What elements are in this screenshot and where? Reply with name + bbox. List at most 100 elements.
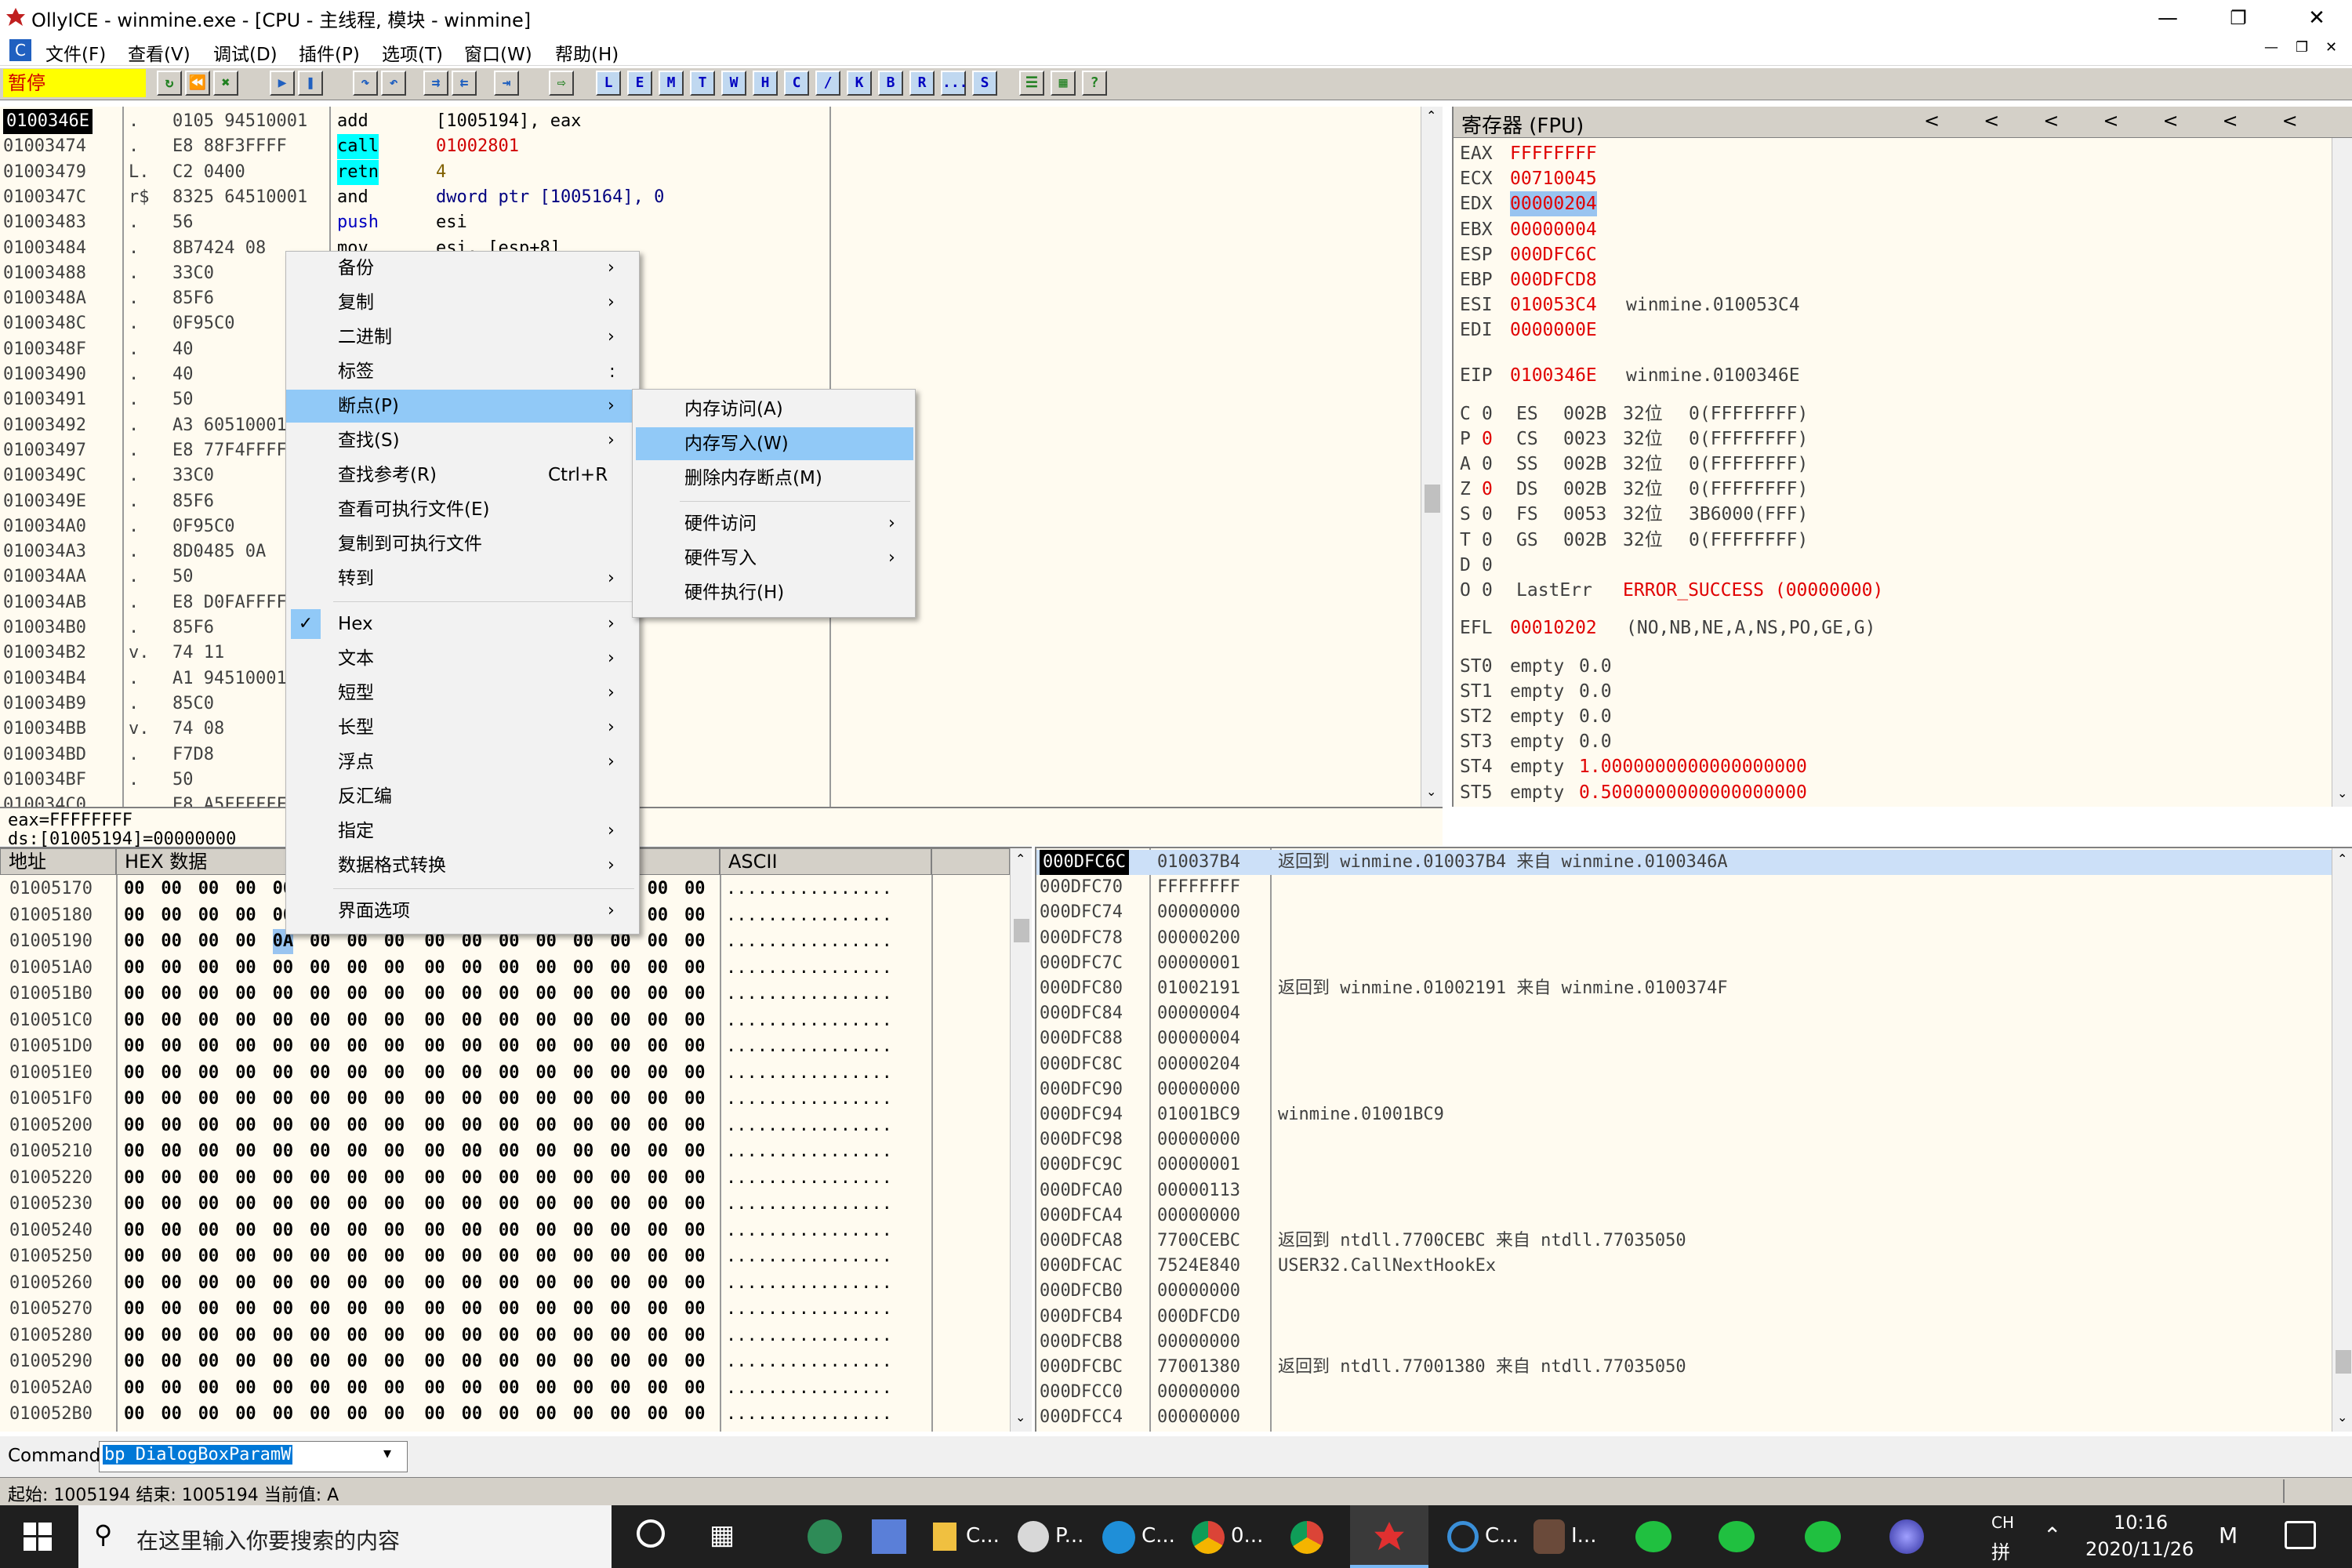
dump-ascii[interactable]: ................	[726, 1323, 892, 1348]
context-menu-item[interactable]: 反汇编	[286, 780, 639, 813]
dump-byte[interactable]: 00	[198, 1244, 220, 1269]
dump-byte[interactable]: 00	[124, 1323, 145, 1348]
register-row[interactable]: EAX FFFFFFFF	[1454, 141, 2316, 166]
dump-byte[interactable]: 00	[124, 1139, 145, 1164]
dump-byte[interactable]: 00	[235, 1244, 256, 1269]
dump-byte[interactable]: 00	[499, 1428, 520, 1432]
dump-byte[interactable]: 00	[424, 1061, 445, 1086]
taskbar-app-chrome-icon[interactable]	[1290, 1521, 1323, 1554]
scroll-down-icon[interactable]: ⌄	[2337, 1410, 2347, 1425]
disasm-row[interactable]: 010034C0. E8 A5FFFFFF	[0, 793, 1421, 807]
dump-byte[interactable]: 00	[161, 982, 182, 1007]
fpu-value[interactable]: 1.0000000000000000000	[1579, 754, 1807, 779]
dump-row[interactable]: 01005260 00 00 00 00 00 00 00 00 00 00 00 00 00 00 00 00…	[0, 1271, 1010, 1296]
fpu-row[interactable]: ST1 empty 0.0	[1454, 679, 2316, 704]
goto-icon[interactable]: ⇨	[549, 71, 574, 96]
dump-byte[interactable]: 00	[347, 956, 368, 981]
dump-byte[interactable]: 00	[384, 1008, 405, 1033]
stack-row[interactable]: 000DFC94 01001BC9 winmine.01001BC9	[1036, 1102, 2332, 1127]
dump-byte[interactable]: 00	[347, 1323, 368, 1348]
dump-byte[interactable]: 00	[648, 903, 669, 928]
dump-byte[interactable]: 00	[235, 903, 256, 928]
dump-byte[interactable]: 00	[462, 1376, 483, 1401]
stack-row[interactable]: 000DFCB8 00000000	[1036, 1330, 2332, 1355]
dump-byte[interactable]: 00	[684, 1113, 706, 1138]
dump-byte[interactable]: 00	[384, 1061, 405, 1086]
context-menu-item[interactable]: 查找(S) ›	[286, 424, 639, 457]
dump-byte[interactable]: 00	[161, 1008, 182, 1033]
grid-icon[interactable]: ▦	[1051, 71, 1076, 96]
disasm-row[interactable]: 0100348A. 85F6	[0, 286, 1421, 311]
ime-mode-icon[interactable]: M	[2219, 1523, 2238, 1548]
dump-byte[interactable]: 00	[499, 1087, 520, 1112]
dump-byte[interactable]: 00	[424, 1297, 445, 1322]
dump-byte[interactable]: 00	[384, 1376, 405, 1401]
dump-byte[interactable]: 00	[684, 1402, 706, 1427]
dump-byte[interactable]: 00	[310, 982, 331, 1007]
dump-byte[interactable]: 00	[235, 1113, 256, 1138]
disasm-row[interactable]: 010034B9. 85C0	[0, 691, 1421, 717]
notification-icon[interactable]	[2285, 1521, 2316, 1549]
dump-byte[interactable]: 00	[573, 1061, 594, 1086]
dump-byte[interactable]: 00	[462, 1113, 483, 1138]
dump-byte[interactable]: 00	[648, 1349, 669, 1374]
dump-byte[interactable]: 00	[161, 1349, 182, 1374]
dump-byte[interactable]: 00	[124, 1008, 145, 1033]
dump-byte[interactable]: 00	[462, 1139, 483, 1164]
dump-byte[interactable]: 00	[684, 1323, 706, 1348]
open-icon[interactable]: ↻	[157, 71, 182, 96]
scroll-up-icon[interactable]: ⌃	[1015, 851, 1025, 866]
dump-byte[interactable]: 00	[610, 1061, 631, 1086]
dump-byte[interactable]: 00	[198, 1061, 220, 1086]
disasm-row[interactable]: 010034B2 v. 74 11	[0, 641, 1421, 666]
taskbar-app-ollyice-active[interactable]	[1350, 1505, 1428, 1568]
dump-byte[interactable]: 00	[161, 929, 182, 954]
stack-row[interactable]: 000DFCB4 000DFCD0	[1036, 1305, 2332, 1330]
close-program-icon[interactable]: ✖	[213, 71, 238, 96]
dump-byte[interactable]: 00	[124, 1192, 145, 1217]
fpu-value[interactable]: 0.0	[1579, 729, 1612, 754]
dump-byte[interactable]: 00	[573, 1376, 594, 1401]
dump-byte[interactable]: 00	[610, 1218, 631, 1243]
dump-byte[interactable]: 00	[161, 1297, 182, 1322]
dump-byte[interactable]: 00	[499, 1297, 520, 1322]
taskbar-app-label[interactable]: C...	[1485, 1524, 1519, 1548]
dump-row[interactable]: 010052C0 00 00 00 00 00 00 00 00 00 00 00 00 00 00 00 00…	[0, 1428, 1010, 1432]
register-value[interactable]: 00000004	[1510, 217, 1597, 242]
dump-byte[interactable]: 00	[573, 1139, 594, 1164]
mdi-icon[interactable]: C	[9, 39, 31, 61]
stack-row[interactable]: 000DFC98 00000000	[1036, 1127, 2332, 1152]
references-button[interactable]: R	[909, 71, 935, 96]
dump-row[interactable]: 010051E0 00 00 00 00 00 00 00 00 00 00 00 00 00 00 00 00…	[0, 1061, 1010, 1086]
dump-byte[interactable]: 00	[198, 1402, 220, 1427]
dump-row[interactable]: 010051D0 00 00 00 00 00 00 00 00 00 00 00 00 00 00 00 00…	[0, 1034, 1010, 1059]
dump-byte[interactable]: 00	[648, 1376, 669, 1401]
dump-byte[interactable]: 00	[273, 1376, 294, 1401]
dump-byte[interactable]: 00	[535, 1139, 557, 1164]
dump-byte[interactable]: 00	[499, 1271, 520, 1296]
fpu-value[interactable]: 0.0	[1579, 679, 1612, 704]
dump-byte[interactable]: 00	[347, 1376, 368, 1401]
dump-byte[interactable]: 00	[124, 1428, 145, 1432]
dump-byte[interactable]: 00	[462, 1087, 483, 1112]
dump-byte[interactable]: 00	[198, 1113, 220, 1138]
context-menu-item[interactable]: 断点(P) ›	[286, 390, 639, 423]
taskbar-app-label[interactable]: P...	[1055, 1524, 1083, 1548]
dump-byte[interactable]: 00	[273, 1034, 294, 1059]
dump-byte[interactable]: 00	[347, 1192, 368, 1217]
dump-byte[interactable]: 00	[273, 1218, 294, 1243]
dump-byte[interactable]: 00	[273, 1087, 294, 1112]
register-row[interactable]: EBX 00000004	[1454, 217, 2316, 242]
dump-byte[interactable]: 00	[273, 1008, 294, 1033]
dump-row[interactable]: 010051A0 00 00 00 00 00 00 00 00 00 00 00 00 00 00 00 00…	[0, 956, 1010, 981]
dump-byte[interactable]: 00	[424, 1166, 445, 1191]
dump-byte[interactable]: 00	[499, 1244, 520, 1269]
dump-byte[interactable]: 00	[535, 1087, 557, 1112]
dump-byte[interactable]: 00	[610, 1323, 631, 1348]
dump-byte[interactable]: 00	[610, 1087, 631, 1112]
context-menu-item[interactable]: Hex › ✓	[286, 608, 639, 641]
dump-byte[interactable]: 00	[573, 1218, 594, 1243]
register-value[interactable]: 000DFCD8	[1510, 267, 1597, 292]
disasm-row[interactable]: 01003474. E8 88F3FFFF call 01002801	[0, 134, 1421, 160]
dump-byte[interactable]: 00	[347, 1008, 368, 1033]
